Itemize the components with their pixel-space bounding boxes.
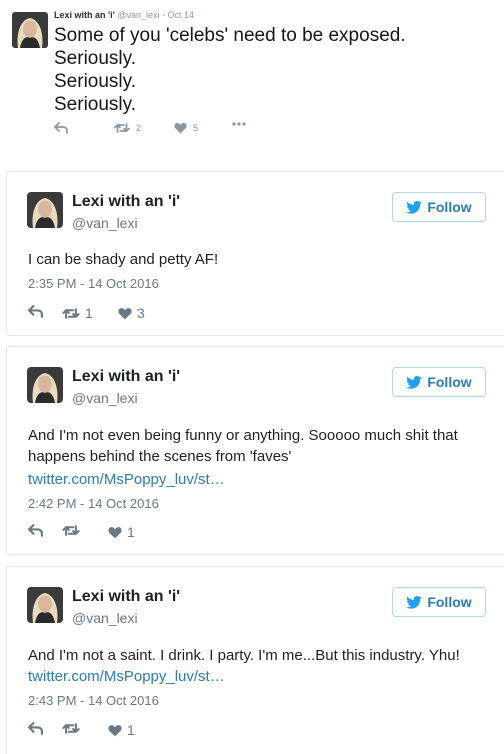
more-button[interactable] bbox=[232, 122, 246, 126]
heart-icon bbox=[174, 123, 187, 134]
author-handle[interactable]: @van_lexi bbox=[72, 610, 138, 626]
follow-button[interactable]: Follow bbox=[392, 367, 486, 397]
avatar[interactable] bbox=[12, 12, 48, 48]
embedded-tweet: Lexi with an 'i' @van_lexi Follow I can … bbox=[6, 171, 504, 336]
heart-icon bbox=[108, 526, 122, 538]
follow-label: Follow bbox=[427, 199, 472, 215]
tweet-actions: 2 5 bbox=[54, 122, 274, 138]
reply-icon bbox=[28, 722, 43, 735]
like-count: 1 bbox=[127, 722, 135, 738]
like-count: 5 bbox=[193, 123, 199, 133]
avatar[interactable] bbox=[27, 367, 63, 403]
twitter-bird-icon bbox=[406, 595, 423, 609]
like-button[interactable]: 1 bbox=[108, 722, 135, 738]
reply-button[interactable] bbox=[28, 305, 43, 318]
avatar[interactable] bbox=[27, 587, 63, 623]
retweet-button[interactable] bbox=[62, 722, 85, 735]
heart-icon bbox=[108, 724, 122, 736]
tweet-line: Seriously. bbox=[54, 48, 137, 69]
reply-button[interactable] bbox=[54, 122, 68, 134]
tweet-line: Seriously. bbox=[54, 71, 137, 92]
retweet-button[interactable]: 2 bbox=[114, 122, 141, 134]
retweet-icon bbox=[62, 307, 80, 319]
embedded-tweet: Lexi with an 'i' @van_lexi Follow And I'… bbox=[6, 346, 504, 555]
tweet-actions: 1 bbox=[28, 524, 228, 540]
tweet-link[interactable]: twitter.com/MsPoppy_luv/st… bbox=[28, 471, 225, 488]
reply-icon bbox=[28, 524, 43, 537]
tweet-text: And I'm not a saint. I drink. I party. I… bbox=[28, 647, 460, 664]
tweet-timestamp[interactable]: 2:35 PM - 14 Oct 2016 bbox=[28, 276, 159, 291]
retweet-count: 1 bbox=[85, 305, 93, 321]
like-button[interactable]: 1 bbox=[108, 524, 135, 540]
follow-label: Follow bbox=[427, 374, 472, 390]
tweet-header: Lexi with an 'i' @van_lexi · Oct 14 bbox=[54, 10, 194, 20]
tweet-timestamp[interactable]: 2:42 PM - 14 Oct 2016 bbox=[28, 496, 159, 511]
heart-icon bbox=[118, 307, 132, 319]
embedded-tweet: Lexi with an 'i' @van_lexi Follow And I'… bbox=[6, 566, 504, 754]
author-name[interactable]: Lexi with an 'i' bbox=[72, 368, 180, 386]
reply-button[interactable] bbox=[28, 722, 43, 735]
like-button[interactable]: 5 bbox=[174, 122, 198, 134]
author-name[interactable]: Lexi with an 'i' bbox=[72, 588, 180, 606]
tweet-text: I can be shady and petty AF! bbox=[28, 251, 219, 268]
avatar[interactable] bbox=[27, 192, 63, 228]
retweet-button[interactable]: 1 bbox=[62, 305, 93, 321]
follow-button[interactable]: Follow bbox=[392, 587, 486, 617]
retweet-icon bbox=[62, 525, 80, 536]
author-handle[interactable]: @van_lexi bbox=[72, 390, 138, 406]
author-handle[interactable]: @van_lexi bbox=[72, 215, 138, 231]
tweet-text: Some of you 'celebs' need to be exposed.… bbox=[54, 24, 406, 116]
tweet-actions: 1 3 bbox=[28, 305, 228, 321]
like-button[interactable]: 3 bbox=[118, 305, 145, 321]
like-count: 1 bbox=[127, 524, 135, 540]
retweet-icon bbox=[114, 123, 130, 133]
twitter-bird-icon bbox=[406, 200, 423, 214]
retweet-icon bbox=[62, 723, 80, 734]
author-handle[interactable]: @van_lexi bbox=[117, 10, 159, 20]
retweet-button[interactable] bbox=[62, 524, 85, 537]
author-name[interactable]: Lexi with an 'i' bbox=[54, 10, 115, 20]
tweet-line: Seriously. bbox=[54, 94, 137, 115]
reply-icon bbox=[54, 122, 68, 134]
author-name[interactable]: Lexi with an 'i' bbox=[72, 193, 180, 211]
tweet-timestamp[interactable]: 2:43 PM - 14 Oct 2016 bbox=[28, 693, 159, 708]
tweet-date[interactable]: · Oct 14 bbox=[162, 10, 194, 20]
tweet-actions: 1 bbox=[28, 722, 228, 738]
reply-button[interactable] bbox=[28, 524, 43, 537]
twitter-bird-icon bbox=[406, 375, 423, 389]
more-icon bbox=[232, 122, 246, 126]
follow-label: Follow bbox=[427, 594, 472, 610]
follow-button[interactable]: Follow bbox=[392, 192, 486, 222]
retweet-count: 2 bbox=[136, 123, 142, 133]
tweet-link[interactable]: twitter.com/MsPoppy_luv/st… bbox=[28, 668, 225, 685]
like-count: 3 bbox=[137, 305, 145, 321]
tweet-line: Some of you 'celebs' need to be exposed. bbox=[54, 25, 406, 46]
top-tweet: Lexi with an 'i' @van_lexi · Oct 14 Some… bbox=[0, 0, 504, 150]
tweet-text: And I'm not even being funny or anything… bbox=[28, 427, 458, 465]
reply-icon bbox=[28, 305, 43, 318]
